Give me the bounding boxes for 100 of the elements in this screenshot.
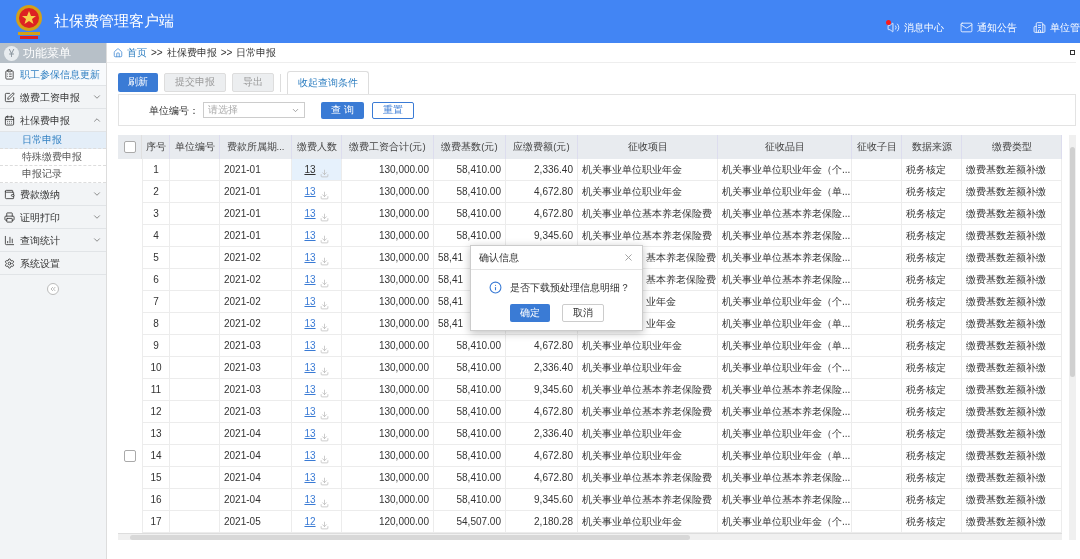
column-header: 费款所属期... <box>220 135 292 159</box>
download-icon[interactable] <box>319 499 329 508</box>
download-icon[interactable] <box>319 235 329 244</box>
header-link[interactable]: 消息中心 <box>887 20 944 35</box>
table-cell: 缴费基数差额补缴 <box>962 203 1062 225</box>
table-cell: 缴费基数差额补缴 <box>962 225 1062 247</box>
table-cell: 2021-03 <box>220 335 292 357</box>
download-icon[interactable] <box>319 389 329 398</box>
download-icon[interactable] <box>319 301 329 310</box>
breadcrumb-item[interactable]: 首页 <box>127 45 147 60</box>
submenu-item[interactable]: 特殊缴费申报 <box>0 149 106 166</box>
people-count-link[interactable]: 13 <box>304 250 316 265</box>
vertical-scrollbar[interactable] <box>1069 135 1076 540</box>
download-icon[interactable] <box>319 257 329 266</box>
download-icon[interactable] <box>319 345 329 354</box>
unit-select[interactable]: 请选择 <box>203 102 305 118</box>
download-icon[interactable] <box>319 169 329 178</box>
table-cell: 缴费基数差额补缴 <box>962 357 1062 379</box>
table-cell: 4,672.80 <box>506 401 578 423</box>
header-link[interactable]: 单位管 <box>1033 20 1080 35</box>
download-icon[interactable] <box>319 323 329 332</box>
menu-item[interactable]: 查询统计 <box>0 229 106 252</box>
people-count-link[interactable]: 13 <box>304 184 316 199</box>
close-icon[interactable] <box>623 252 634 263</box>
people-count-link[interactable]: 13 <box>304 492 316 507</box>
cancel-button[interactable]: 取消 <box>561 304 604 322</box>
people-count-link[interactable]: 13 <box>304 228 316 243</box>
column-header: 缴费工资合计(元) <box>342 135 434 159</box>
download-icon[interactable] <box>319 433 329 442</box>
settings-icon <box>4 257 15 269</box>
people-count-link[interactable]: 13 <box>304 360 316 375</box>
download-icon[interactable] <box>319 279 329 288</box>
horizontal-scrollbar[interactable] <box>118 533 1062 540</box>
reset-button[interactable]: 重置 <box>371 101 414 119</box>
confirm-button[interactable]: 确定 <box>509 304 550 322</box>
menu-item[interactable]: 职工参保信息更新 <box>0 63 106 86</box>
submenu-item[interactable]: 申报记录 <box>0 166 106 183</box>
table-cell: 税务核定 <box>902 423 962 445</box>
download-icon[interactable] <box>319 191 329 200</box>
people-count-link[interactable]: 13 <box>304 206 316 221</box>
menu-item[interactable]: 缴费工资申报 <box>0 86 106 109</box>
table-cell: 58,410.00 <box>434 401 506 423</box>
table-cell: 12 <box>142 401 170 423</box>
table-cell: 3 <box>142 203 170 225</box>
table-cell: 机关事业单位职业年金（单... <box>718 445 852 467</box>
people-count-link[interactable]: 13 <box>304 382 316 397</box>
building-icon <box>1033 21 1046 34</box>
download-icon[interactable] <box>319 455 329 464</box>
table-cell: 130,000.00 <box>342 489 434 511</box>
table-cell: 58,410.00 <box>434 423 506 445</box>
people-count-link[interactable]: 13 <box>304 404 316 419</box>
table-cell: 58,410.00 <box>434 357 506 379</box>
query-toggle-tab[interactable]: 收起查询条件 <box>287 71 369 95</box>
table-cell: 税务核定 <box>902 181 962 203</box>
chevron-down-icon <box>92 189 102 199</box>
checkbox[interactable] <box>124 450 136 462</box>
table-cell: 机关事业单位基本养老保险... <box>718 269 852 291</box>
empty-cell <box>170 159 220 181</box>
table-cell: 58,410.00 <box>434 379 506 401</box>
breadcrumb-item: 日常申报 <box>236 46 277 60</box>
maximize-icon[interactable] <box>1070 50 1075 55</box>
table-cell: 15 <box>142 467 170 489</box>
menu-item[interactable]: 费款缴纳 <box>0 183 106 206</box>
table-cell: 机关事业单位基本养老保险费 <box>578 203 718 225</box>
table-cell: 2,336.40 <box>506 357 578 379</box>
people-count-link[interactable]: 13 <box>304 470 316 485</box>
search-button[interactable]: 查 询 <box>321 101 364 119</box>
table-cell: 机关事业单位基本养老保险费 <box>578 379 718 401</box>
menu-item[interactable]: 证明打印 <box>0 206 106 229</box>
people-count-link[interactable]: 13 <box>304 316 316 331</box>
breadcrumb-item: 社保费申报 <box>166 46 217 60</box>
table-cell: 机关事业单位基本养老保险... <box>718 467 852 489</box>
download-icon[interactable] <box>319 367 329 376</box>
download-icon[interactable] <box>319 213 329 222</box>
yuan-icon: ¥ <box>4 45 19 61</box>
download-icon[interactable] <box>319 477 329 486</box>
table-cell: 税务核定 <box>902 203 962 225</box>
column-header: 单位编号 <box>170 135 220 159</box>
people-count-link[interactable]: 12 <box>304 514 316 529</box>
table-cell: 10 <box>142 357 170 379</box>
people-count-link[interactable]: 13 <box>304 426 316 441</box>
submenu-item[interactable]: 日常申报 <box>0 132 106 149</box>
people-count-link[interactable]: 13 <box>304 162 316 177</box>
checkbox[interactable] <box>123 141 136 153</box>
people-count-link[interactable]: 13 <box>304 448 316 463</box>
people-count-link[interactable]: 13 <box>304 294 316 309</box>
header-link[interactable]: 通知公告 <box>960 20 1017 35</box>
download-icon[interactable] <box>319 411 329 420</box>
collapse-icon <box>49 285 57 293</box>
table-cell: 税务核定 <box>902 313 962 335</box>
table-cell: 2021-02 <box>220 313 292 335</box>
people-count-link[interactable]: 13 <box>304 272 316 287</box>
table-cell: 机关事业单位基本养老保险... <box>718 379 852 401</box>
menu-item[interactable]: 系统设置 <box>0 252 106 275</box>
toolbar-button[interactable]: 刷新 <box>118 73 158 92</box>
collapse-button[interactable] <box>47 283 59 295</box>
download-icon[interactable] <box>319 521 329 530</box>
table-cell: 机关事业单位基本养老保险... <box>718 489 852 511</box>
people-count-link[interactable]: 13 <box>304 338 316 353</box>
table-cell: 130,000.00 <box>342 401 434 423</box>
